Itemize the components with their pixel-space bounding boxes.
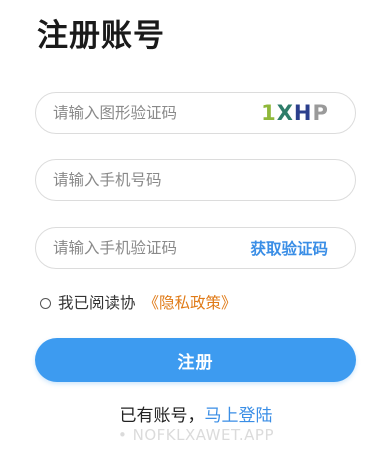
register-button[interactable]: 注册 — [35, 338, 356, 382]
captcha-char: X — [276, 101, 294, 125]
login-prompt-text: 已有账号， — [119, 406, 205, 426]
agreement-row: 我已阅读协 《隐私政策》 — [40, 292, 237, 314]
captcha-input[interactable] — [53, 93, 255, 133]
register-page: 注册账号 1 X H P 获取验证码 我已阅读协 《隐私政策》 注册 已有账号，… — [0, 0, 392, 459]
get-sms-code-button[interactable]: 获取验证码 — [250, 237, 328, 259]
phone-field[interactable] — [35, 159, 356, 201]
login-link[interactable]: 马上登陆 — [205, 406, 273, 426]
sms-code-field[interactable]: 获取验证码 — [35, 227, 356, 269]
captcha-field[interactable]: 1 X H P — [35, 92, 356, 134]
privacy-policy-link[interactable]: 《隐私政策》 — [144, 292, 237, 314]
radio-circle-icon[interactable] — [40, 297, 51, 309]
login-prompt: 已有账号，马上登陆 — [0, 404, 392, 428]
captcha-char: P — [312, 101, 329, 125]
agreement-text: 我已阅读协 — [58, 294, 136, 312]
watermark: • NOFKLXAWET.APP — [118, 426, 274, 444]
captcha-char: H — [293, 101, 313, 125]
sms-code-input[interactable] — [53, 228, 251, 268]
captcha-char: 1 — [261, 101, 277, 125]
phone-input[interactable] — [53, 160, 355, 200]
captcha-image[interactable]: 1 X H P — [255, 98, 335, 128]
page-title: 注册账号 — [37, 18, 165, 54]
